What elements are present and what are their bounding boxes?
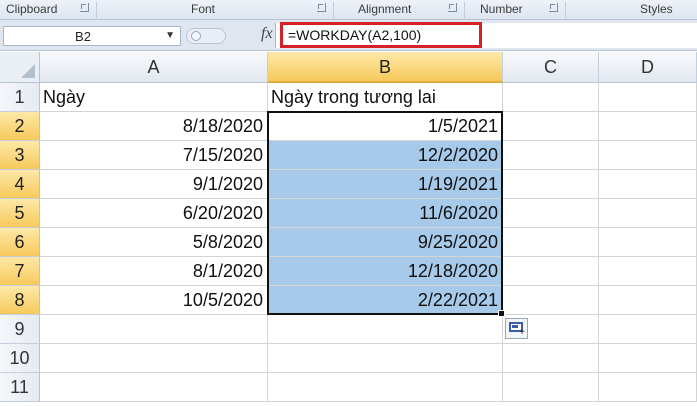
cell-c5[interactable] bbox=[503, 199, 599, 228]
cell-d6[interactable] bbox=[599, 228, 697, 257]
cell-a2[interactable]: 8/18/2020 bbox=[40, 112, 268, 141]
cell-c3[interactable] bbox=[503, 141, 599, 170]
cell-d2[interactable] bbox=[599, 112, 697, 141]
cell-a1[interactable]: Ngày bbox=[40, 83, 268, 112]
ribbon-group-strip: Clipboard Font Alignment Number Styles bbox=[0, 0, 697, 20]
cell-d11[interactable] bbox=[599, 373, 697, 402]
cell-c6[interactable] bbox=[503, 228, 599, 257]
cell-b8[interactable]: 2/22/2021 bbox=[268, 286, 503, 315]
cell-c2[interactable] bbox=[503, 112, 599, 141]
cell-a5[interactable]: 6/20/2020 bbox=[40, 199, 268, 228]
clipboard-dialog-launcher-icon[interactable] bbox=[80, 3, 89, 12]
cell-b4[interactable]: 1/19/2021 bbox=[268, 170, 503, 199]
cell-d8[interactable] bbox=[599, 286, 697, 315]
fill-handle[interactable] bbox=[498, 310, 505, 317]
cell-a8[interactable]: 10/5/2020 bbox=[40, 286, 268, 315]
cell-b7[interactable]: 12/18/2020 bbox=[268, 257, 503, 286]
cell-b9[interactable] bbox=[268, 315, 503, 344]
name-box[interactable]: B2 ▼ bbox=[3, 26, 181, 46]
row-header-2[interactable]: 2 bbox=[0, 112, 40, 141]
ribbon-group-label: Styles bbox=[640, 2, 673, 16]
ribbon-separator bbox=[96, 2, 97, 18]
font-dialog-launcher-icon[interactable] bbox=[317, 3, 326, 12]
row-header-11[interactable]: 11 bbox=[0, 373, 40, 402]
cell-a10[interactable] bbox=[40, 344, 268, 373]
grip-handle-icon[interactable] bbox=[191, 31, 201, 41]
column-header-b[interactable]: B bbox=[268, 52, 503, 83]
cell-d9[interactable] bbox=[599, 315, 697, 344]
select-all-icon bbox=[21, 64, 35, 78]
column-header-d[interactable]: D bbox=[599, 52, 697, 83]
formula-bar-resize-grip[interactable] bbox=[186, 28, 226, 44]
cell-c7[interactable] bbox=[503, 257, 599, 286]
row-header-3[interactable]: 3 bbox=[0, 141, 40, 170]
cell-c11[interactable] bbox=[503, 373, 599, 402]
cell-a9[interactable] bbox=[40, 315, 268, 344]
cell-d5[interactable] bbox=[599, 199, 697, 228]
row-header-6[interactable]: 6 bbox=[0, 228, 40, 257]
cell-a4[interactable]: 9/1/2020 bbox=[40, 170, 268, 199]
ribbon-group-label: Number bbox=[480, 2, 523, 16]
row-header-9[interactable]: 9 bbox=[0, 315, 40, 344]
plus-icon: + bbox=[519, 327, 525, 338]
cell-d3[interactable] bbox=[599, 141, 697, 170]
cell-d7[interactable] bbox=[599, 257, 697, 286]
formula-highlight-box bbox=[280, 22, 482, 48]
cell-b1[interactable]: Ngày trong tương lai bbox=[268, 83, 503, 112]
alignment-dialog-launcher-icon[interactable] bbox=[448, 3, 457, 12]
ribbon-separator bbox=[464, 2, 465, 18]
column-header-a[interactable]: A bbox=[40, 52, 268, 83]
ribbon-group-label: Font bbox=[191, 2, 216, 16]
cell-a7[interactable]: 8/1/2020 bbox=[40, 257, 268, 286]
cell-c4[interactable] bbox=[503, 170, 599, 199]
auto-fill-options-button[interactable]: + bbox=[505, 318, 528, 339]
ribbon-group-label: Alignment bbox=[358, 2, 412, 16]
cell-b3[interactable]: 12/2/2020 bbox=[268, 141, 503, 170]
ribbon-separator bbox=[565, 2, 566, 18]
cell-a3[interactable]: 7/15/2020 bbox=[40, 141, 268, 170]
row-header-4[interactable]: 4 bbox=[0, 170, 40, 199]
select-all-button[interactable] bbox=[0, 52, 40, 83]
cell-c1[interactable] bbox=[503, 83, 599, 112]
cell-d4[interactable] bbox=[599, 170, 697, 199]
cell-d10[interactable] bbox=[599, 344, 697, 373]
row-header-10[interactable]: 10 bbox=[0, 344, 40, 373]
dropdown-arrow-icon[interactable]: ▼ bbox=[165, 30, 175, 41]
row-header-7[interactable]: 7 bbox=[0, 257, 40, 286]
cell-b6[interactable]: 9/25/2020 bbox=[268, 228, 503, 257]
name-box-value: B2 bbox=[75, 29, 91, 44]
cell-c10[interactable] bbox=[503, 344, 599, 373]
insert-function-icon[interactable]: fx bbox=[261, 25, 273, 43]
cell-b10[interactable] bbox=[268, 344, 503, 373]
cell-c8[interactable] bbox=[503, 286, 599, 315]
ribbon-separator bbox=[333, 2, 334, 18]
cell-a6[interactable]: 5/8/2020 bbox=[40, 228, 268, 257]
row-header-8[interactable]: 8 bbox=[0, 286, 40, 315]
ribbon-group-label: Clipboard bbox=[6, 2, 58, 16]
cell-b2[interactable]: 1/5/2021 bbox=[268, 112, 503, 141]
cell-b11[interactable] bbox=[268, 373, 503, 402]
column-header-c[interactable]: C bbox=[503, 52, 599, 83]
cell-b5[interactable]: 11/6/2020 bbox=[268, 199, 503, 228]
row-header-5[interactable]: 5 bbox=[0, 199, 40, 228]
row-header-1[interactable]: 1 bbox=[0, 83, 40, 112]
cell-d1[interactable] bbox=[599, 83, 697, 112]
cell-a11[interactable] bbox=[40, 373, 268, 402]
number-dialog-launcher-icon[interactable] bbox=[549, 3, 558, 12]
worksheet-grid: A B C D 1 2 3 4 5 6 7 8 9 10 11 Ngày Ngà… bbox=[0, 52, 697, 406]
